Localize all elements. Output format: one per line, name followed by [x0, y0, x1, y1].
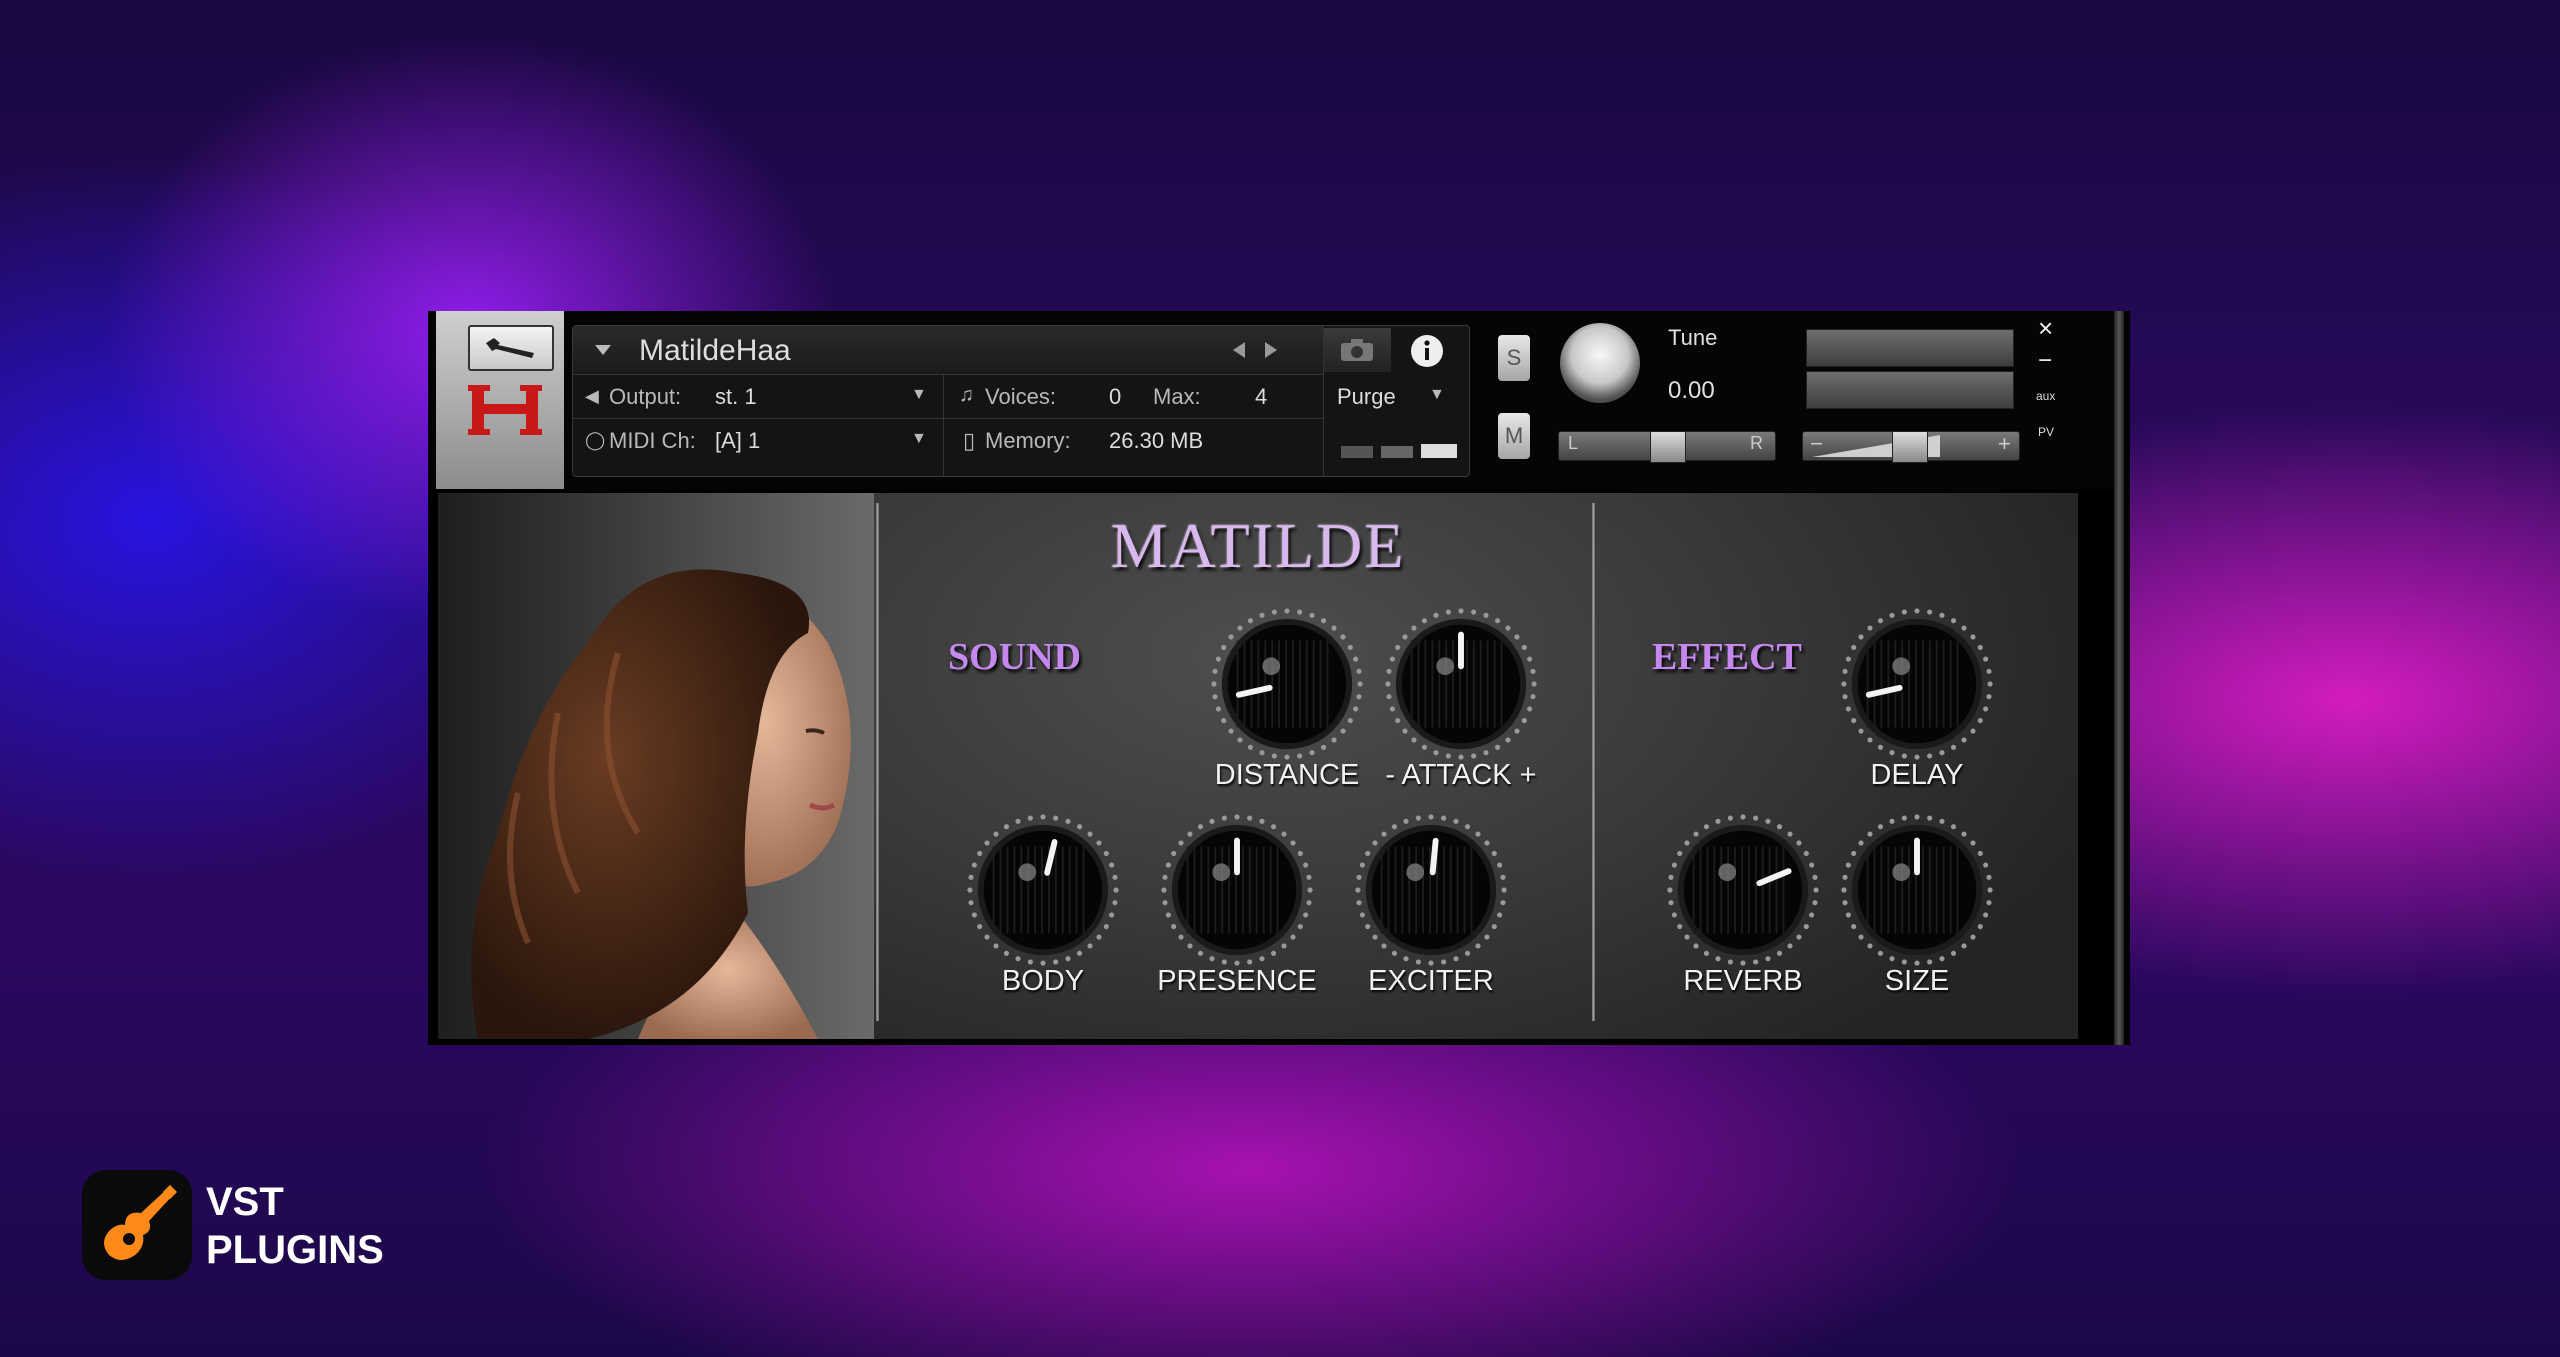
row-divider: [573, 418, 1323, 419]
attack-knob[interactable]: [1382, 605, 1540, 763]
wrench-icon[interactable]: [468, 325, 554, 371]
prev-arrow-icon[interactable]: [1227, 338, 1251, 362]
effect-section-label: EFFECT: [1652, 636, 1802, 678]
purge-indicator: [1341, 446, 1373, 458]
memory-label: Memory:: [985, 428, 1071, 453]
instrument-info-panel: MatildeHaa ◀ Output: st. 1 ▼ ◯ MIDI Ch: …: [572, 325, 1470, 477]
body-label: BODY: [1001, 965, 1085, 997]
solo-button[interactable]: S: [1498, 335, 1530, 381]
instrument-panel: MATILDE SOUND EFFECT DISTANCE - ATTACK +…: [438, 493, 2078, 1039]
brand-line1: VST: [206, 1180, 284, 1224]
pan-right-label: R: [1750, 433, 1763, 453]
next-arrow-icon[interactable]: [1259, 338, 1283, 362]
tune-label: Tune: [1668, 325, 1718, 350]
col-divider: [943, 374, 944, 476]
window-scrollbar[interactable]: [2114, 311, 2124, 1045]
output-dropdown-icon[interactable]: ▼: [911, 386, 927, 404]
voices-icon: ♫: [959, 384, 974, 406]
presence-knob[interactable]: [1158, 811, 1316, 969]
delay-knob[interactable]: [1838, 605, 1996, 763]
output-select[interactable]: st. 1: [715, 384, 757, 410]
attack-label: - ATTACK +: [1385, 759, 1537, 791]
size-knob[interactable]: [1838, 811, 1996, 969]
info-icon[interactable]: [1401, 330, 1453, 372]
singer-portrait-image: [438, 493, 874, 1039]
voices-value: 0: [1109, 384, 1122, 409]
exciter-knob[interactable]: [1352, 811, 1510, 969]
purge-indicator: [1381, 446, 1413, 458]
midi-icon: ◯: [585, 430, 606, 450]
tune-value: 0.00: [1668, 377, 1715, 404]
guitar-icon: [82, 1170, 192, 1280]
h-logo-icon: [468, 383, 542, 437]
volume-minus: −: [1810, 431, 1823, 456]
output-icon: ◀: [585, 386, 599, 406]
header-left-column: [436, 311, 564, 489]
level-meter-right: [1806, 371, 2014, 409]
purge-dropdown-icon[interactable]: ▼: [1429, 386, 1445, 404]
panel-divider: [876, 503, 879, 1021]
panel-divider: [1592, 503, 1595, 1021]
instrument-title: MATILDE: [1110, 510, 1406, 581]
dropdown-arrow-icon[interactable]: [593, 340, 613, 360]
midi-label: MIDI Ch:: [609, 428, 696, 453]
size-label: SIZE: [1884, 965, 1950, 997]
midi-channel-select[interactable]: [A] 1: [715, 428, 760, 454]
exciter-label: EXCITER: [1368, 965, 1494, 997]
pan-handle[interactable]: [1650, 431, 1686, 463]
close-button[interactable]: ×: [2038, 313, 2053, 344]
minimize-button[interactable]: −: [2038, 347, 2052, 375]
volume-plus: +: [1998, 431, 2011, 456]
tune-knob[interactable]: [1560, 323, 1640, 403]
presence-label: PRESENCE: [1157, 965, 1317, 997]
level-meter-left: [1806, 329, 2014, 367]
purge-button[interactable]: Purge: [1337, 384, 1396, 410]
purge-indicator: [1421, 444, 1457, 458]
col-divider: [1323, 326, 1324, 476]
pv-button[interactable]: PV: [2038, 425, 2054, 439]
pan-left-label: L: [1568, 433, 1579, 453]
max-label: Max:: [1153, 384, 1201, 409]
kontakt-instrument-window: MatildeHaa ◀ Output: st. 1 ▼ ◯ MIDI Ch: …: [428, 311, 2130, 1045]
volume-handle[interactable]: [1892, 431, 1928, 463]
voices-label: Voices:: [985, 384, 1056, 409]
mute-button[interactable]: M: [1498, 413, 1530, 459]
sound-section-label: SOUND: [948, 636, 1082, 678]
memory-icon: ▯: [963, 428, 976, 453]
distance-knob[interactable]: [1208, 605, 1366, 763]
midi-dropdown-icon[interactable]: ▼: [911, 430, 927, 448]
aux-button[interactable]: aux: [2036, 389, 2055, 403]
output-label: Output:: [609, 384, 682, 409]
instrument-name[interactable]: MatildeHaa: [639, 334, 791, 368]
max-voices-value[interactable]: 4: [1255, 384, 1267, 410]
delay-label: DELAY: [1870, 759, 1964, 791]
reverb-knob[interactable]: [1664, 811, 1822, 969]
brand-line2: PLUGINS: [206, 1228, 384, 1272]
camera-icon[interactable]: [1323, 328, 1391, 372]
memory-value: 26.30 MB: [1109, 428, 1204, 453]
body-knob[interactable]: [964, 811, 1122, 969]
instrument-header-bar: MatildeHaa ◀ Output: st. 1 ▼ ◯ MIDI Ch: …: [432, 311, 2122, 489]
